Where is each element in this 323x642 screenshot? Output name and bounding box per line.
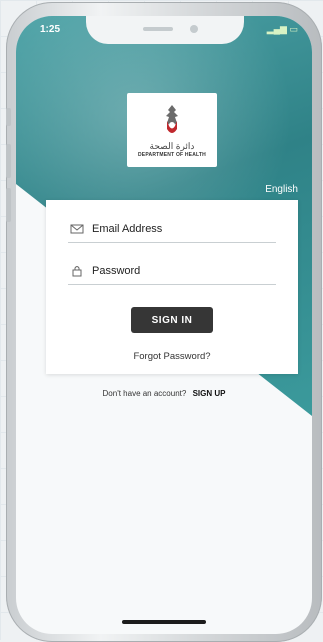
notch	[86, 16, 244, 44]
sign-in-button[interactable]: SIGN IN	[131, 307, 213, 333]
signup-prompt: Don't have an account?	[102, 389, 187, 398]
battery-icon: ▭	[289, 24, 298, 34]
status-icons: ▂▄▆ ▭	[267, 24, 298, 35]
app-screen: 1:25 ▂▄▆ ▭ دائرة الصحة DEPARTMENT OF HEA…	[16, 16, 312, 634]
email-field[interactable]: Email Address	[68, 216, 276, 243]
lock-icon	[72, 266, 82, 277]
status-time: 1:25	[40, 24, 61, 35]
forgot-password-link[interactable]: Forgot Password?	[46, 351, 298, 362]
signup-row: Don't have an account? SIGN UP	[16, 389, 312, 398]
envelope-icon	[70, 224, 84, 234]
camera-icon	[190, 25, 198, 33]
password-label: Password	[92, 265, 141, 277]
email-label: Email Address	[92, 223, 163, 235]
speaker-icon	[143, 27, 173, 31]
volume-up-button	[6, 144, 11, 178]
sign-up-link[interactable]: SIGN UP	[193, 389, 226, 398]
logo-arabic-text: دائرة الصحة	[149, 140, 195, 151]
volume-down-button	[6, 188, 11, 222]
password-field[interactable]: Password	[68, 258, 276, 285]
mute-switch	[6, 108, 11, 126]
phone-frame: 1:25 ▂▄▆ ▭ دائرة الصحة DEPARTMENT OF HEA…	[6, 2, 322, 642]
signal-icon: ▂▄▆	[266, 24, 287, 34]
department-logo: دائرة الصحة DEPARTMENT OF HEALTH	[127, 93, 217, 167]
falcon-emblem-icon	[166, 104, 178, 133]
language-toggle[interactable]: English	[265, 184, 298, 195]
logo-english-text: DEPARTMENT OF HEALTH	[138, 151, 206, 158]
login-card: Email Address Password SIGN IN Forgot Pa…	[46, 200, 298, 374]
home-indicator	[122, 620, 206, 624]
